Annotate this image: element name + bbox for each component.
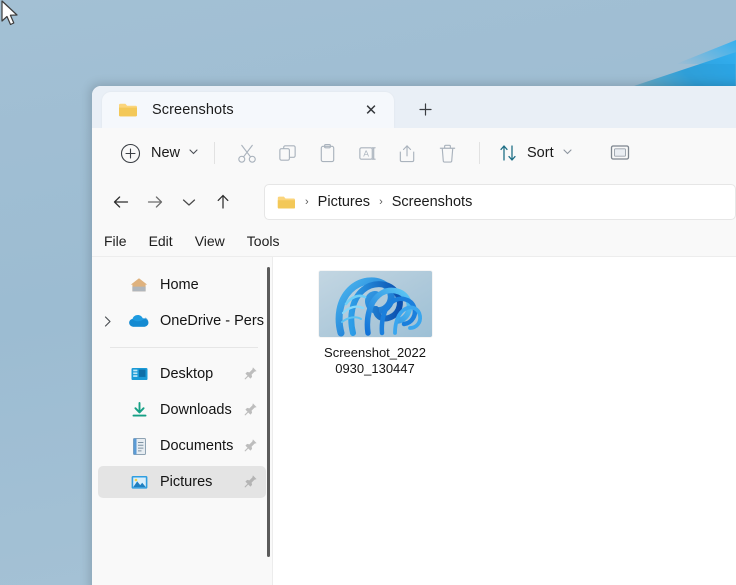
address-bar[interactable]: › Pictures › Screenshots <box>264 184 736 220</box>
rename-button[interactable]: A <box>347 137 387 169</box>
file-name-line1: Screenshot_2022 <box>324 345 426 360</box>
mouse-pointer-icon <box>1 0 18 26</box>
view-button[interactable] <box>600 137 640 169</box>
share-icon <box>399 144 414 162</box>
forward-button[interactable] <box>138 186 172 218</box>
file-thumbnail <box>318 271 432 337</box>
desktop-icon <box>128 364 150 384</box>
breadcrumb-separator-1: › <box>305 196 309 208</box>
file-name: Screenshot_2022 0930_130447 <box>324 345 426 377</box>
plus-icon <box>418 102 432 116</box>
menu-item-file[interactable]: File <box>104 233 127 249</box>
recent-locations-button[interactable] <box>172 186 206 218</box>
pin-icon-desktop[interactable] <box>244 366 258 380</box>
file-list-area[interactable]: Screenshot_2022 0930_130447 <box>273 257 736 585</box>
command-toolbar: New A Sort <box>92 128 736 178</box>
sidebar-item-downloads[interactable]: Downloads <box>98 394 266 426</box>
menu-item-view[interactable]: View <box>195 233 225 249</box>
toolbar-divider-2 <box>479 142 481 164</box>
downloads-icon <box>128 400 150 420</box>
chevron-right-icon-onedrive[interactable] <box>98 315 118 327</box>
view-layout-icon <box>610 145 629 160</box>
window-titlebar: Screenshots ✕ <box>92 86 736 128</box>
chevron-down-icon-nav <box>182 198 196 206</box>
file-item[interactable]: Screenshot_2022 0930_130447 <box>305 265 445 383</box>
sidebar-item-label-documents: Documents <box>160 438 234 454</box>
sort-arrows-icon <box>500 145 516 161</box>
scissors-icon <box>237 144 256 163</box>
tab-title: Screenshots <box>152 102 234 118</box>
menu-item-tools[interactable]: Tools <box>247 233 280 249</box>
sidebar-divider <box>110 347 258 348</box>
folder-icon-address <box>277 195 296 210</box>
navigation-sidebar: Home OneDrive - Pers Desktop Downloads D… <box>92 257 272 585</box>
copy-button[interactable] <box>267 137 307 169</box>
sidebar-item-label-desktop: Desktop <box>160 366 214 382</box>
back-button[interactable] <box>104 186 138 218</box>
breadcrumb-pictures[interactable]: Pictures <box>318 194 370 210</box>
pictures-icon <box>128 472 150 492</box>
paste-button[interactable] <box>307 137 347 169</box>
sidebar-item-label-downloads: Downloads <box>160 402 232 418</box>
file-name-line2: 0930_130447 <box>335 361 415 376</box>
trash-icon <box>439 144 455 163</box>
close-icon[interactable]: ✕ <box>362 101 380 119</box>
toolbar-divider <box>214 142 216 164</box>
sidebar-item-label-home: Home <box>160 277 199 293</box>
documents-icon <box>128 436 150 456</box>
new-button[interactable]: New <box>116 137 202 169</box>
pin-icon-documents[interactable] <box>244 438 258 452</box>
menu-item-edit[interactable]: Edit <box>149 233 173 249</box>
sidebar-item-home[interactable]: Home <box>98 269 266 301</box>
breadcrumb-separator-2: › <box>379 196 383 208</box>
paste-icon <box>320 143 334 162</box>
tab-screenshots[interactable]: Screenshots ✕ <box>102 92 394 128</box>
home-icon <box>128 275 150 295</box>
file-explorer-window: Screenshots ✕ New A Sort › Pictures › Sc… <box>92 86 736 585</box>
sidebar-item-label-onedrive: OneDrive - Pers <box>160 313 264 329</box>
navigation-bar: › Pictures › Screenshots <box>92 178 736 226</box>
back-arrow-icon <box>113 196 129 208</box>
new-tab-button[interactable] <box>414 98 436 120</box>
svg-text:A: A <box>363 148 369 158</box>
rename-icon: A <box>358 146 376 160</box>
desktop-background: Screenshots ✕ New A Sort › Pictures › Sc… <box>0 0 736 585</box>
chevron-down-icon-sort <box>563 148 572 158</box>
menu-bar: File Edit View Tools <box>92 226 736 257</box>
sidebar-item-documents[interactable]: Documents <box>98 430 266 462</box>
sidebar-item-desktop[interactable]: Desktop <box>98 358 266 390</box>
sidebar-item-label-pictures: Pictures <box>160 474 213 490</box>
new-button-label: New <box>151 145 181 161</box>
up-arrow-icon <box>217 194 229 209</box>
breadcrumb-screenshots[interactable]: Screenshots <box>392 194 473 210</box>
sidebar-item-onedrive[interactable]: OneDrive - Pers <box>98 305 266 337</box>
share-button[interactable] <box>387 137 427 169</box>
sort-button[interactable]: Sort <box>492 137 578 169</box>
chevron-down-icon <box>189 148 198 158</box>
window-body: Home OneDrive - Pers Desktop Downloads D… <box>92 257 736 585</box>
pin-icon-pictures[interactable] <box>244 474 258 488</box>
desktop-accent-shape-highlight <box>676 40 736 64</box>
sort-button-label: Sort <box>527 145 554 161</box>
onedrive-cloud-icon <box>128 311 150 331</box>
sidebar-scrollbar[interactable] <box>267 267 270 557</box>
sidebar-item-pictures[interactable]: Pictures <box>98 466 266 498</box>
up-button[interactable] <box>206 186 240 218</box>
cut-button[interactable] <box>227 137 267 169</box>
delete-button[interactable] <box>427 137 467 169</box>
forward-arrow-icon <box>147 196 163 208</box>
copy-icon <box>278 144 296 161</box>
plus-circle-icon <box>120 143 141 163</box>
folder-icon <box>118 102 138 118</box>
pin-icon-downloads[interactable] <box>244 402 258 416</box>
